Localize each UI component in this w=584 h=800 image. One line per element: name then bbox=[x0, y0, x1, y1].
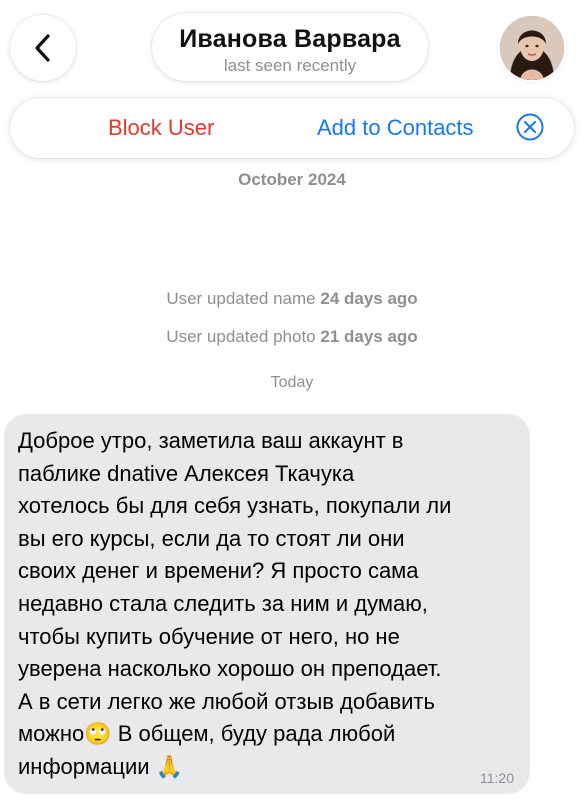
profile-photo-icon bbox=[500, 16, 564, 80]
contact-action-bar: Block User Add to Contacts bbox=[10, 98, 574, 158]
block-user-button[interactable]: Block User bbox=[108, 115, 214, 141]
chat-screen: Иванова Варвара last seen recently Block… bbox=[0, 0, 584, 800]
service-message-text: User updated name bbox=[166, 289, 321, 308]
contact-status: last seen recently bbox=[223, 56, 357, 75]
day-date-header: Today bbox=[270, 374, 314, 391]
message-text: Доброе утро, заметила ваш аккаунт в пабл… bbox=[18, 428, 452, 779]
contact-name: Иванова Варвара bbox=[179, 25, 401, 53]
add-to-contacts-button[interactable]: Add to Contacts bbox=[317, 115, 474, 141]
close-circle-icon bbox=[516, 113, 544, 141]
back-button[interactable] bbox=[10, 15, 76, 81]
message-time: 11:20 bbox=[480, 770, 514, 786]
service-message-time: 24 days ago bbox=[320, 289, 418, 308]
month-date-header: October 2024 bbox=[238, 170, 346, 189]
service-message-photo-update: User updated photo 21 days ago bbox=[0, 327, 584, 347]
service-message-name-update: User updated name 24 days ago bbox=[0, 289, 584, 309]
incoming-message-bubble[interactable]: Доброе утро, заметила ваш аккаунт в пабл… bbox=[4, 414, 530, 794]
avatar[interactable] bbox=[500, 16, 564, 80]
chat-title[interactable]: Иванова Варвара last seen recently bbox=[152, 13, 428, 81]
chevron-left-icon bbox=[35, 34, 50, 62]
close-action-bar-button[interactable] bbox=[515, 112, 545, 142]
service-message-time: 21 days ago bbox=[320, 327, 418, 346]
service-message-text: User updated photo bbox=[166, 327, 321, 346]
